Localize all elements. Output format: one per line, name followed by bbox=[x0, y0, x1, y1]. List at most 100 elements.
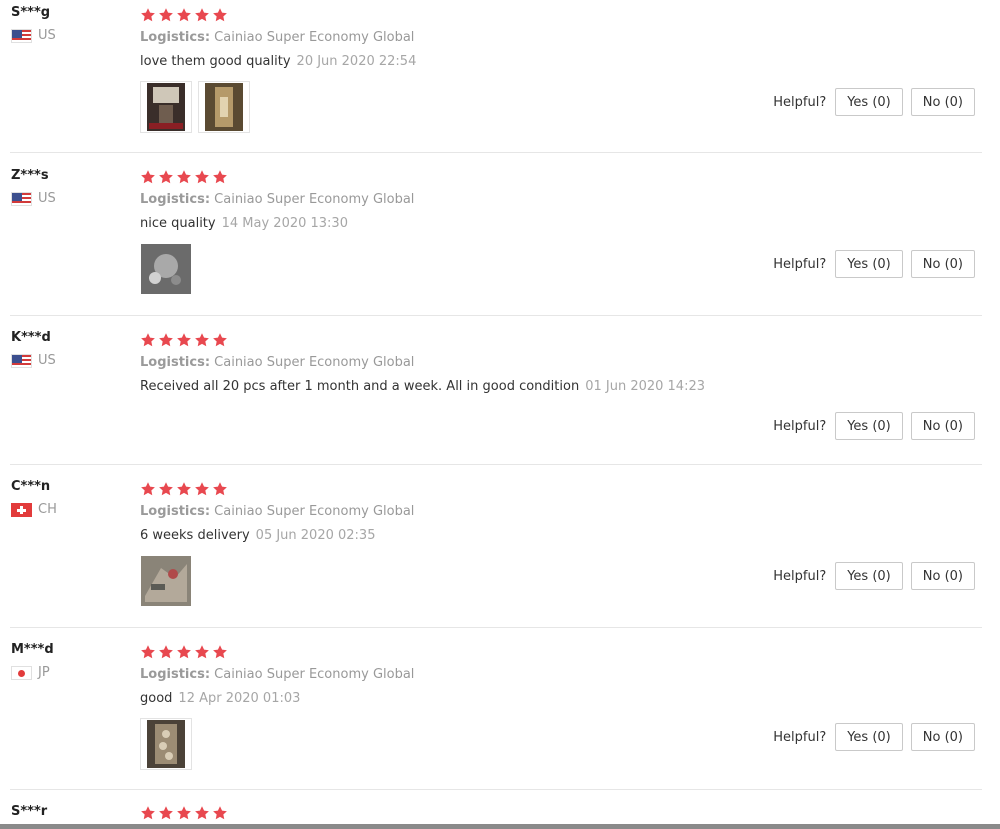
photo-thumbnail[interactable] bbox=[140, 243, 192, 295]
star-icon bbox=[195, 645, 209, 659]
helpful-label: Helpful? bbox=[773, 94, 827, 110]
review-content: 6 weeks delivery 05 Jun 2020 02:35 bbox=[140, 528, 980, 544]
star-icon bbox=[195, 333, 209, 347]
helpful-no-button[interactable]: No (0) bbox=[910, 88, 975, 116]
review-date: 01 Jun 2020 14:23 bbox=[585, 379, 706, 394]
reviewer-info: K***d US bbox=[11, 330, 56, 368]
country-code: US bbox=[38, 191, 56, 206]
helpful-yes-button[interactable]: Yes (0) bbox=[835, 88, 903, 116]
photo-thumbnail[interactable] bbox=[140, 718, 192, 770]
photo-image bbox=[205, 83, 243, 131]
helpful-yes-button[interactable]: Yes (0) bbox=[835, 250, 903, 278]
us-flag-icon bbox=[11, 192, 32, 206]
helpful-vote: Helpful? Yes (0) No (0) bbox=[773, 562, 975, 590]
reviewer-name: M***d bbox=[11, 642, 54, 657]
photo-thumbnail[interactable] bbox=[140, 555, 192, 607]
reviewer-info: C***n CH bbox=[11, 479, 57, 517]
logistics-label: Logistics: bbox=[140, 355, 211, 370]
helpful-no-button[interactable]: No (0) bbox=[910, 723, 975, 751]
star-rating bbox=[140, 481, 980, 497]
review-content: Received all 20 pcs after 1 month and a … bbox=[140, 379, 980, 395]
helpful-no-button[interactable]: No (0) bbox=[910, 412, 975, 440]
review-content: nice quality 14 May 2020 13:30 bbox=[140, 216, 980, 232]
country-code: CH bbox=[38, 502, 57, 517]
helpful-vote: Helpful? Yes (0) No (0) bbox=[773, 88, 975, 116]
review-item: K***d US Logistics: Cainiao Super Econom… bbox=[0, 325, 1000, 464]
logistics-value: Cainiao Super Economy Global bbox=[210, 355, 415, 370]
logistics-value: Cainiao Super Economy Global bbox=[210, 667, 415, 682]
helpful-no-button[interactable]: No (0) bbox=[910, 250, 975, 278]
helpful-yes-button[interactable]: Yes (0) bbox=[835, 412, 903, 440]
logistics-label: Logistics: bbox=[140, 504, 211, 519]
helpful-vote: Helpful? Yes (0) No (0) bbox=[773, 723, 975, 751]
review-list: S***g US Logistics: Cainiao Super Econom… bbox=[0, 0, 1000, 829]
reviewer-name: S***r bbox=[11, 804, 48, 819]
star-icon bbox=[195, 806, 209, 820]
review-text: love them good quality bbox=[140, 54, 291, 69]
helpful-vote: Helpful? Yes (0) No (0) bbox=[773, 250, 975, 278]
helpful-no-button[interactable]: No (0) bbox=[910, 562, 975, 590]
review-divider bbox=[10, 464, 982, 465]
star-rating bbox=[140, 7, 980, 23]
us-flag-icon bbox=[11, 29, 32, 43]
logistics-value: Cainiao Super Economy Global bbox=[210, 504, 415, 519]
star-icon bbox=[177, 333, 191, 347]
review-divider bbox=[10, 152, 982, 153]
star-rating bbox=[140, 169, 980, 185]
logistics-info: Logistics: Cainiao Super Economy Global bbox=[140, 355, 980, 371]
logistics-label: Logistics: bbox=[140, 192, 211, 207]
logistics-label: Logistics: bbox=[140, 30, 211, 45]
photo-image bbox=[147, 83, 185, 131]
helpful-yes-button[interactable]: Yes (0) bbox=[835, 723, 903, 751]
star-icon bbox=[213, 333, 227, 347]
reviewer-name: K***d bbox=[11, 330, 51, 345]
review-content: good 12 Apr 2020 01:03 bbox=[140, 691, 980, 707]
reviewer-name: C***n bbox=[11, 479, 51, 494]
reviewer-country: US bbox=[11, 354, 56, 368]
star-rating bbox=[140, 332, 980, 348]
reviewer-country: US bbox=[11, 192, 56, 206]
star-icon bbox=[195, 8, 209, 22]
window-bottom-edge bbox=[0, 824, 1000, 829]
photo-thumbnail[interactable] bbox=[140, 81, 192, 133]
country-code: US bbox=[38, 353, 56, 368]
star-icon bbox=[195, 482, 209, 496]
review-body bbox=[140, 805, 980, 821]
logistics-info: Logistics: Cainiao Super Economy Global bbox=[140, 192, 980, 208]
review-divider bbox=[10, 627, 982, 628]
star-icon bbox=[213, 645, 227, 659]
review-item: S***r bbox=[0, 799, 1000, 824]
helpful-label: Helpful? bbox=[773, 256, 827, 272]
star-icon bbox=[177, 806, 191, 820]
review-item: C***n CH Logistics: Cainiao Super Econom… bbox=[0, 474, 1000, 627]
jp-flag-icon bbox=[11, 666, 32, 680]
helpful-label: Helpful? bbox=[773, 418, 827, 434]
photo-image bbox=[147, 720, 185, 768]
star-icon bbox=[213, 170, 227, 184]
star-icon bbox=[141, 8, 155, 22]
star-icon bbox=[177, 8, 191, 22]
helpful-label: Helpful? bbox=[773, 568, 827, 584]
photo-image bbox=[141, 556, 191, 606]
star-icon bbox=[213, 482, 227, 496]
review-item: Z***s US Logistics: Cainiao Super Econom… bbox=[0, 162, 1000, 315]
star-rating bbox=[140, 805, 980, 821]
star-icon bbox=[159, 645, 173, 659]
star-icon bbox=[177, 482, 191, 496]
photo-thumbnail[interactable] bbox=[198, 81, 250, 133]
logistics-value: Cainiao Super Economy Global bbox=[210, 192, 415, 207]
reviewer-country: JP bbox=[11, 666, 54, 680]
star-icon bbox=[141, 482, 155, 496]
review-date: 05 Jun 2020 02:35 bbox=[255, 528, 376, 543]
star-icon bbox=[177, 645, 191, 659]
star-icon bbox=[159, 806, 173, 820]
helpful-yes-button[interactable]: Yes (0) bbox=[835, 562, 903, 590]
star-icon bbox=[159, 8, 173, 22]
star-icon bbox=[159, 333, 173, 347]
star-rating bbox=[140, 644, 980, 660]
review-date: 20 Jun 2020 22:54 bbox=[296, 54, 417, 69]
review-body: Logistics: Cainiao Super Economy Global … bbox=[140, 644, 980, 770]
us-flag-icon bbox=[11, 354, 32, 368]
helpful-vote: Helpful? Yes (0) No (0) bbox=[773, 412, 975, 440]
review-date: 12 Apr 2020 01:03 bbox=[178, 691, 301, 706]
